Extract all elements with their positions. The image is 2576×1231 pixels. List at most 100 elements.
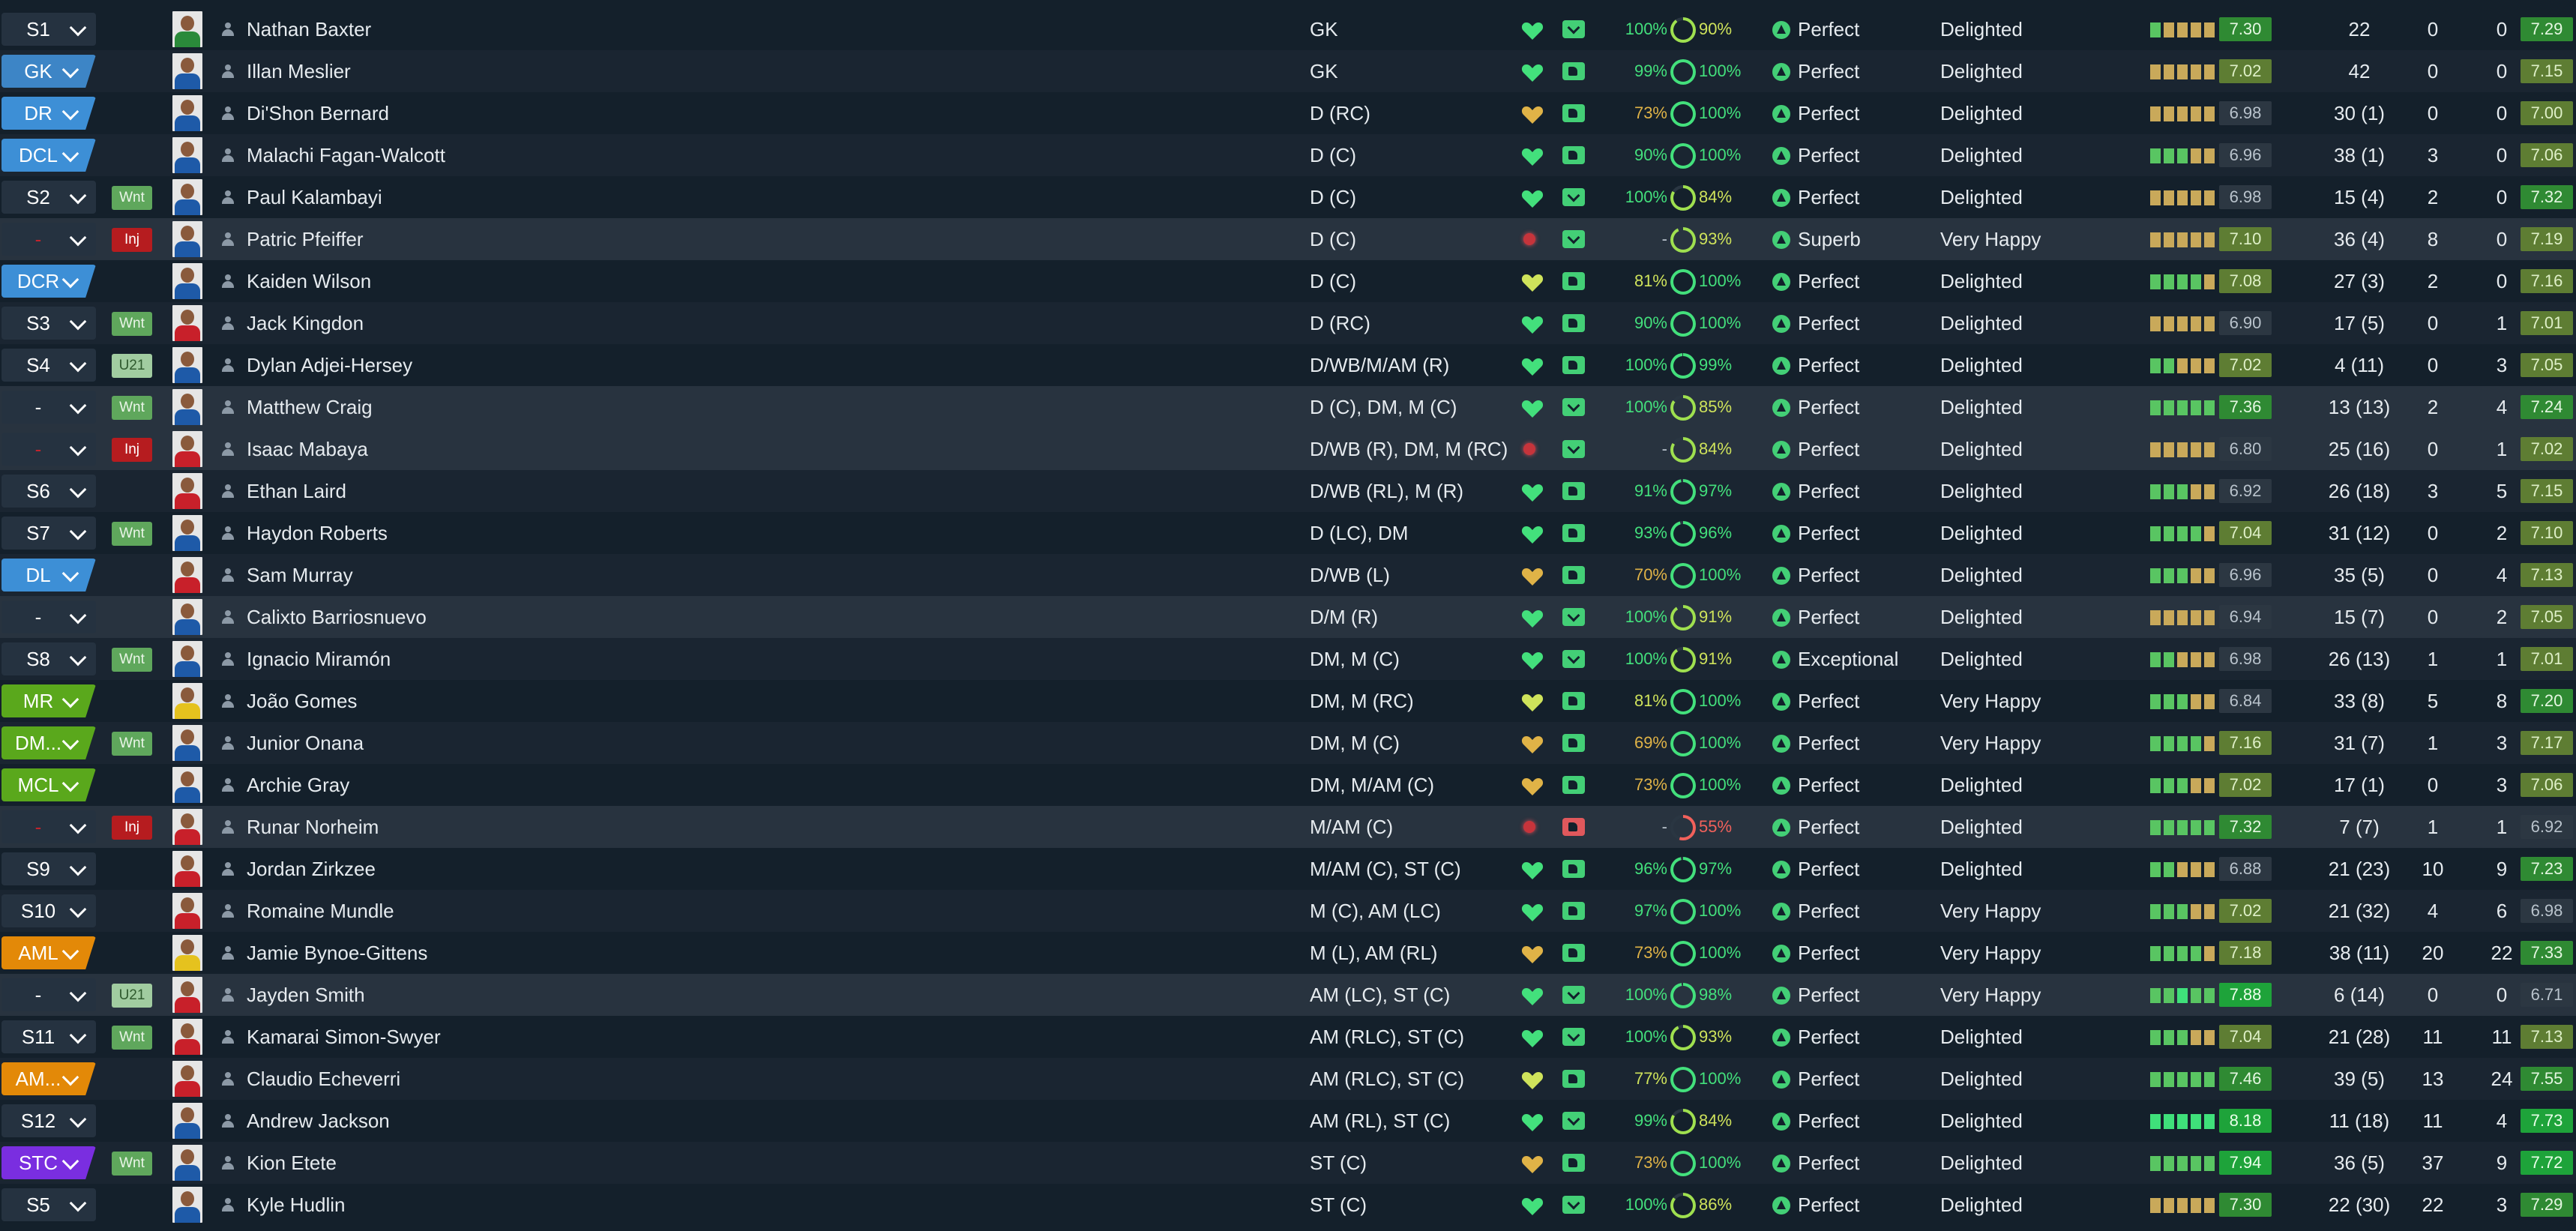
selection-dropdown[interactable]: DR (1, 97, 96, 130)
table-row[interactable]: AM... Claudio Echeverri AM (RLC), ST (C) 77… (0, 1058, 2576, 1100)
selection-dropdown[interactable]: DL (1, 559, 96, 592)
status-tag[interactable]: Inj (112, 438, 152, 462)
table-row[interactable]: MR João Gomes DM, M (RC) 81% 100% Perfect Very… (0, 680, 2576, 722)
status-tag[interactable]: Wnt (112, 186, 152, 210)
status-tag[interactable]: Wnt (112, 522, 152, 546)
status-tag[interactable]: Wnt (112, 1152, 152, 1176)
status-tag[interactable]: Wnt (112, 648, 152, 672)
player-name-link[interactable]: Dylan Adjei-Hersey (247, 344, 412, 386)
selection-dropdown[interactable]: DM... (1, 726, 96, 759)
status-tag[interactable]: Inj (112, 816, 152, 840)
status-tag[interactable]: U21 (112, 984, 152, 1008)
selection-dropdown[interactable]: S3 (1, 307, 96, 340)
player-name-link[interactable]: João Gomes (247, 680, 357, 722)
table-row[interactable]: AML Jamie Bynoe-Gittens M (L), AM (RL) 73% 1… (0, 932, 2576, 974)
player-name-link[interactable]: Malachi Fagan-Walcott (247, 134, 445, 176)
table-row[interactable]: DCL Malachi Fagan-Walcott D (C) 90% 100% Perf… (0, 134, 2576, 176)
selection-dropdown[interactable]: GK (1, 55, 96, 88)
selection-dropdown[interactable]: S8 (1, 642, 96, 675)
table-row[interactable]: S6 Ethan Laird D/WB (RL), M (R) 91% 97% Perfe… (0, 470, 2576, 512)
player-name-link[interactable]: Archie Gray (247, 764, 349, 806)
player-name-link[interactable]: Illan Meslier (247, 50, 351, 92)
player-name-link[interactable]: Kyle Hudlin (247, 1184, 346, 1226)
selection-dropdown[interactable]: - (1, 978, 96, 1011)
selection-dropdown[interactable]: STC (1, 1146, 96, 1179)
table-row[interactable]: S9 Jordan Zirkzee M/AM (C), ST (C) 96% 97% Pe… (0, 848, 2576, 890)
selection-dropdown[interactable]: S1 (1, 13, 96, 46)
player-name-link[interactable]: Kaiden Wilson (247, 260, 371, 302)
player-name-link[interactable]: Jordan Zirkzee (247, 848, 376, 890)
selection-dropdown[interactable]: MCL (1, 768, 96, 801)
player-name-link[interactable]: Runar Norheim (247, 806, 379, 848)
status-tag[interactable]: Wnt (112, 312, 152, 336)
player-name-link[interactable]: Claudio Echeverri (247, 1058, 400, 1100)
player-name-link[interactable]: Sam Murray (247, 554, 353, 596)
selection-dropdown[interactable]: S4 (1, 349, 96, 382)
player-name-link[interactable]: Paul Kalambayi (247, 176, 382, 218)
selection-dropdown[interactable]: S5 (1, 1188, 96, 1221)
selection-dropdown[interactable]: - (1, 433, 96, 466)
selection-dropdown[interactable]: - (1, 810, 96, 843)
selection-dropdown[interactable]: DCR (1, 265, 96, 298)
player-name-link[interactable]: Isaac Mabaya (247, 428, 368, 470)
table-row[interactable]: - Inj Patric Pfeiffer D (C) - 93% Superb Very H… (0, 218, 2576, 260)
player-name-link[interactable]: Nathan Baxter (247, 8, 371, 50)
table-row[interactable]: S8 Wnt Ignacio Miramón DM, M (C) 100% 91% Exce… (0, 638, 2576, 680)
table-row[interactable]: STC Wnt Kion Etete ST (C) 73% 100% Perfect Deli… (0, 1142, 2576, 1184)
selection-dropdown[interactable]: S2 (1, 181, 96, 214)
selection-dropdown[interactable]: AM... (1, 1062, 96, 1095)
status-tag[interactable]: Wnt (112, 732, 152, 756)
table-row[interactable]: S4 U21 Dylan Adjei-Hersey D/WB/M/AM (R) 100%… (0, 344, 2576, 386)
status-tag[interactable]: Wnt (112, 396, 152, 420)
status-tag[interactable]: Wnt (112, 1026, 152, 1050)
table-row[interactable]: S12 Andrew Jackson AM (RL), ST (C) 99% 84% Pe… (0, 1100, 2576, 1142)
table-row[interactable]: - Inj Isaac Mabaya D/WB (R), DM, M (RC) - 84%… (0, 428, 2576, 470)
table-row[interactable]: - Wnt Matthew Craig D (C), DM, M (C) 100% 85%… (0, 386, 2576, 428)
table-row[interactable]: S7 Wnt Haydon Roberts D (LC), DM 93% 96% Perfe… (0, 512, 2576, 554)
player-name-link[interactable]: Romaine Mundle (247, 890, 394, 932)
player-name-link[interactable]: Andrew Jackson (247, 1100, 390, 1142)
player-name-link[interactable]: Haydon Roberts (247, 512, 388, 554)
selection-dropdown[interactable]: S11 (1, 1020, 96, 1053)
table-row[interactable]: S10 Romaine Mundle M (C), AM (LC) 97% 100% Pe… (0, 890, 2576, 932)
player-name-link[interactable]: Junior Onana (247, 722, 364, 764)
player-name-link[interactable]: Calixto Barriosnuevo (247, 596, 427, 638)
table-row[interactable]: S2 Wnt Paul Kalambayi D (C) 100% 84% Perfect De… (0, 176, 2576, 218)
selection-dropdown[interactable]: AML (1, 936, 96, 969)
selection-dropdown[interactable]: S9 (1, 852, 96, 885)
table-row[interactable]: S11 Wnt Kamarai Simon-Swyer AM (RLC), ST (C… (0, 1016, 2576, 1058)
table-row[interactable]: DL Sam Murray D/WB (L) 70% 100% Perfect Deligh… (0, 554, 2576, 596)
selection-dropdown[interactable]: S12 (1, 1104, 96, 1137)
table-row[interactable]: - U21 Jayden Smith AM (LC), ST (C) 100% 98% Pe… (0, 974, 2576, 1016)
player-name-link[interactable]: Jamie Bynoe-Gittens (247, 932, 427, 974)
player-name-link[interactable]: Di'Shon Bernard (247, 92, 389, 134)
table-row[interactable]: DR Di'Shon Bernard D (RC) 73% 100% Perfect Del… (0, 92, 2576, 134)
selection-dropdown[interactable]: - (1, 223, 96, 256)
table-row[interactable]: DM... Wnt Junior Onana DM, M (C) 69% 100% Perf… (0, 722, 2576, 764)
status-tag[interactable]: Inj (112, 228, 152, 252)
table-row[interactable]: S5 Kyle Hudlin ST (C) 100% 86% Perfect Delight… (0, 1184, 2576, 1226)
selection-dropdown[interactable]: DCL (1, 139, 96, 172)
table-row[interactable]: DCR Kaiden Wilson D (C) 81% 100% Perfect Delig… (0, 260, 2576, 302)
table-row[interactable]: GK Illan Meslier GK 99% 100% Perfect Delighted… (0, 50, 2576, 92)
selection-dropdown[interactable]: - (1, 391, 96, 424)
selection-dropdown[interactable]: - (1, 601, 96, 633)
player-name-link[interactable]: Patric Pfeiffer (247, 218, 364, 260)
player-name-link[interactable]: Jayden Smith (247, 974, 365, 1016)
player-name-link[interactable]: Jack Kingdon (247, 302, 364, 344)
table-row[interactable]: - Calixto Barriosnuevo D/M (R) 100% 91% Perfe… (0, 596, 2576, 638)
table-row[interactable]: - Inj Runar Norheim M/AM (C) - 55% Perfect Deli… (0, 806, 2576, 848)
selection-dropdown[interactable]: S10 (1, 894, 96, 927)
status-tag[interactable]: U21 (112, 354, 152, 378)
selection-dropdown[interactable]: S7 (1, 517, 96, 550)
selection-dropdown[interactable]: S6 (1, 475, 96, 508)
player-name-link[interactable]: Kion Etete (247, 1142, 337, 1184)
table-row[interactable]: MCL Archie Gray DM, M/AM (C) 73% 100% Perfect… (0, 764, 2576, 806)
table-row[interactable]: S1 Nathan Baxter GK 100% 90% Perfect Delighted… (0, 8, 2576, 50)
player-name-link[interactable]: Matthew Craig (247, 386, 373, 428)
player-name-link[interactable]: Kamarai Simon-Swyer (247, 1016, 441, 1058)
selection-dropdown[interactable]: MR (1, 684, 96, 717)
player-name-link[interactable]: Ignacio Miramón (247, 638, 391, 680)
player-name-link[interactable]: Ethan Laird (247, 470, 346, 512)
table-row[interactable]: S3 Wnt Jack Kingdon D (RC) 90% 100% Perfect Del… (0, 302, 2576, 344)
